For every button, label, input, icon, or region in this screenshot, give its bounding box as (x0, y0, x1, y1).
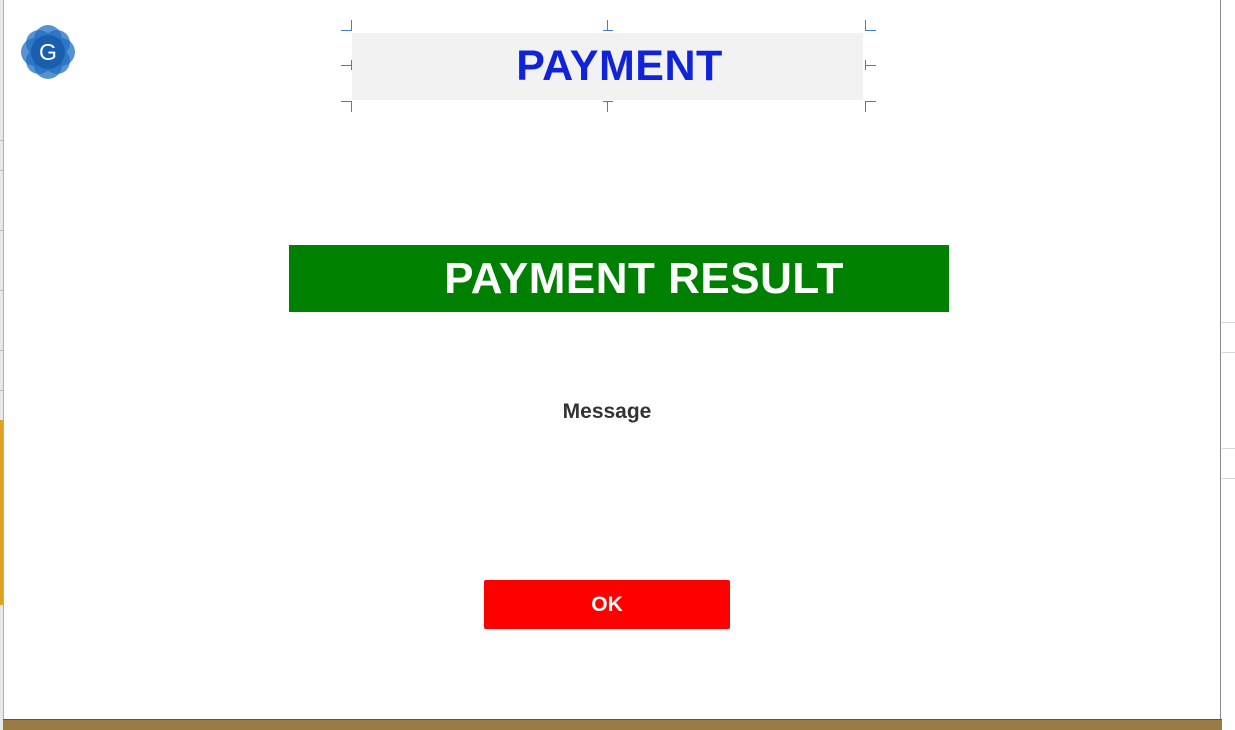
background-gridline (1222, 352, 1235, 353)
selection-handle-bottom-middle[interactable] (603, 101, 613, 112)
title-box: PAYMENT (352, 33, 863, 100)
background-app-right-edge (1222, 0, 1235, 730)
dialog-bottom-bar (3, 719, 1222, 730)
selection-handle-bottom-middle-tick (607, 102, 608, 112)
result-banner-text: PAYMENT RESULT (444, 253, 844, 303)
selection-handle-top-middle[interactable] (603, 20, 613, 31)
selection-handle-top-left[interactable] (341, 20, 352, 31)
background-gridline (1222, 322, 1235, 323)
background-gridline (1222, 478, 1235, 479)
ok-button[interactable]: OK (484, 580, 730, 629)
g-letter-logo-icon: G (19, 23, 77, 81)
background-gridline (1222, 448, 1235, 449)
title-selection-frame[interactable]: PAYMENT (341, 20, 876, 112)
selection-handle-bottom-right[interactable] (865, 101, 876, 112)
selection-handle-bottom-left[interactable] (341, 101, 352, 112)
selection-handle-middle-right-tick (866, 65, 876, 66)
selection-handle-middle-left-tick (341, 65, 351, 66)
selection-handle-top-right[interactable] (865, 20, 876, 31)
result-banner: PAYMENT RESULT (289, 245, 949, 312)
dialog-title: PAYMENT (516, 42, 723, 90)
message-label: Message (562, 400, 652, 423)
screen: G PAYMENT PAYMENT RESULT Message OK (0, 0, 1235, 730)
selection-handle-top-middle-tick (607, 20, 608, 30)
svg-text:G: G (39, 39, 57, 65)
